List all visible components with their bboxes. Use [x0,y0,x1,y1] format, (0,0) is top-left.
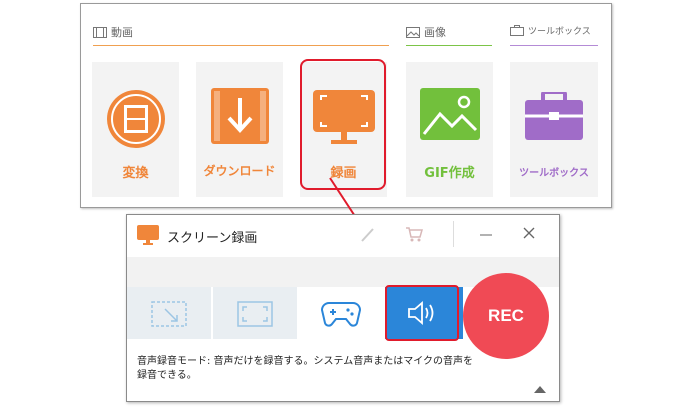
highlight-box-audio [385,285,459,341]
tile-toolbox[interactable]: ツールボックス [510,62,598,197]
tile-download-label: ダウンロード [203,164,276,178]
section-toolbox-header: ツールボックス [510,24,591,37]
mode-description-line-2: 録音できる。 [137,370,197,381]
section-toolbox-label: ツールボックス [528,27,591,37]
tile-gif-maker[interactable]: GIF作成 [406,62,493,197]
tile-gif-maker-label: GIF作成 [424,166,475,181]
main-menu-panel: 動画 画像 ツールボックス 変換 ダウンロード 録画 GIF作成 ツールボックス [80,3,612,208]
section-video-divider [93,45,389,46]
fullscreen-capture-icon [237,301,273,327]
toolbox-icon [525,92,583,140]
rec-button[interactable]: REC [463,273,549,359]
rec-button-label: REC [488,306,524,325]
screen-icon [137,225,159,245]
gamepad-icon [321,302,361,327]
section-video-label: 動画 [111,26,133,39]
close-icon[interactable] [522,226,536,240]
mode-region-capture[interactable] [127,287,211,339]
section-image-header: 画像 [406,24,446,40]
toolbox-icon [510,25,524,36]
region-capture-icon [151,301,187,327]
mode-description-line-1: 音声録音モード: 音声だけを録音する。システム音声またはマイクの音声を [137,356,474,367]
mode-description: 音声録音モード: 音声だけを録音する。システム音声またはマイクの音声を 録音でき… [137,355,547,383]
title-divider [453,221,454,247]
screen-recorder-window: スクリーン録画 REC 音声録音モード: 音声だけを録音する。システム音声または… [126,214,560,402]
minimize-icon[interactable] [479,227,493,241]
tile-convert-label: 変換 [122,166,149,181]
tile-convert[interactable]: 変換 [92,62,179,197]
expand-arrow-icon[interactable] [533,385,547,394]
film-convert-icon [107,90,165,148]
brush-icon[interactable] [359,227,375,243]
section-image-label: 画像 [424,26,446,39]
highlight-box-record [300,59,386,190]
mode-fullscreen-capture[interactable] [213,287,297,339]
mode-game-capture[interactable] [299,287,383,339]
tile-download[interactable]: ダウンロード [196,62,283,197]
section-toolbox-divider [510,45,598,46]
image-icon [406,26,420,38]
download-icon [211,88,269,144]
film-strip-icon [93,26,107,38]
section-video-header: 動画 [93,24,133,40]
section-image-divider [406,45,492,46]
window-title: スクリーン録画 [167,231,258,246]
picture-icon [420,88,480,140]
tile-toolbox-label: ツールボックス [519,168,589,179]
cart-icon[interactable] [405,226,423,242]
